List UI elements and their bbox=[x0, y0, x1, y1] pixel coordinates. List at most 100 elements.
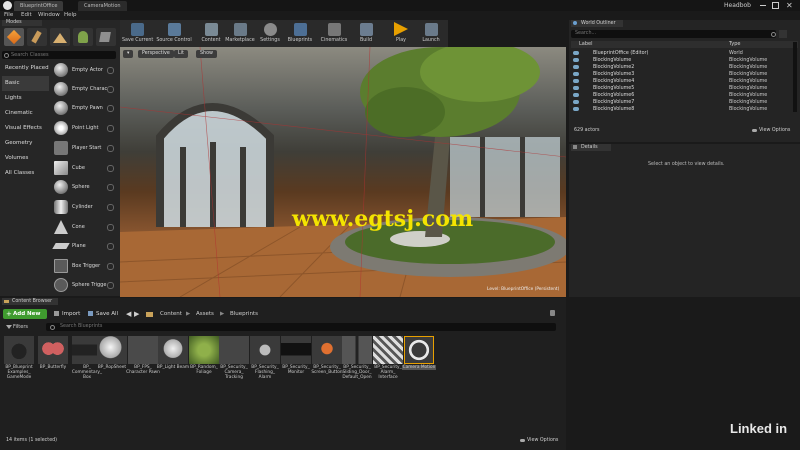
minimize-icon[interactable] bbox=[760, 5, 766, 6]
place-item-empty-character[interactable]: Empty Charac bbox=[52, 80, 116, 98]
save-icon bbox=[88, 311, 93, 316]
outliner-row[interactable]: BlockingVolume8 BlockingVolume bbox=[571, 106, 798, 113]
search-classes-input[interactable]: Search Classes bbox=[2, 51, 116, 59]
lit-button[interactable]: Lit bbox=[174, 50, 188, 58]
category-lights[interactable]: Lights bbox=[2, 91, 49, 106]
lock-icon[interactable] bbox=[550, 310, 555, 316]
outliner-view-options[interactable]: View Options bbox=[759, 128, 790, 133]
unreal-logo-icon bbox=[3, 1, 12, 10]
outliner-scrollbar[interactable] bbox=[793, 42, 797, 112]
menu-edit[interactable]: Edit bbox=[21, 11, 32, 20]
eye-icon[interactable] bbox=[573, 65, 579, 69]
category-basic[interactable]: Basic bbox=[2, 76, 49, 91]
geometry-mode-button[interactable] bbox=[96, 28, 116, 46]
path-blueprints[interactable]: Blueprints bbox=[230, 309, 258, 319]
close-icon[interactable]: ✕ bbox=[786, 0, 793, 11]
eye-icon[interactable] bbox=[573, 93, 579, 97]
eye-icon[interactable] bbox=[573, 58, 579, 62]
outliner-row[interactable]: BlockingVolume7 BlockingVolume bbox=[571, 99, 798, 106]
blueprints-button[interactable]: Blueprints bbox=[286, 20, 314, 47]
asset-label: BP_Security_ Camera_ Tracking bbox=[220, 365, 248, 380]
settings-button[interactable]: Settings bbox=[258, 20, 282, 47]
foliage-mode-button[interactable] bbox=[73, 28, 93, 46]
back-arrow-icon[interactable]: ◀ bbox=[126, 309, 131, 319]
security-camera-icon bbox=[219, 336, 249, 364]
outliner-row[interactable]: BlockingVolume6 BlockingVolume bbox=[571, 92, 798, 99]
outliner-row[interactable]: BlockingVolume4 BlockingVolume bbox=[571, 78, 798, 85]
info-icon bbox=[107, 145, 114, 152]
content-button[interactable]: Content bbox=[198, 20, 224, 47]
place-item-player-start[interactable]: Player Start bbox=[52, 139, 116, 157]
eye-icon[interactable] bbox=[573, 107, 579, 111]
tab-cameramotion[interactable]: CameraMotion bbox=[78, 1, 127, 11]
path-separator-icon: ▶ bbox=[220, 311, 225, 317]
place-item-label: Box Trigger bbox=[72, 263, 101, 269]
place-item-sphere-trigger[interactable]: Sphere Trigge bbox=[52, 276, 116, 294]
place-item-empty-pawn[interactable]: Empty Pawn bbox=[52, 99, 116, 117]
row-label: BlockingVolume4 bbox=[593, 79, 635, 84]
category-recently-placed[interactable]: Recently Placed bbox=[2, 61, 49, 76]
content-view-options[interactable]: View Options bbox=[527, 438, 558, 443]
perspective-button[interactable]: Perspective bbox=[138, 50, 174, 58]
save-current-button[interactable]: Save Current bbox=[122, 20, 153, 47]
place-item-plane[interactable]: Plane bbox=[52, 237, 116, 255]
world-outliner-tab[interactable]: World Outliner bbox=[571, 20, 623, 27]
search-blueprints-input[interactable]: Search Blueprints bbox=[46, 323, 556, 331]
eye-icon[interactable] bbox=[573, 51, 579, 55]
landscape-mode-button[interactable] bbox=[50, 28, 70, 46]
plane-icon bbox=[52, 243, 70, 249]
level-viewport[interactable]: ▾ Perspective Lit Show www.egtsj.com Lev… bbox=[120, 47, 566, 297]
forward-arrow-icon[interactable]: ▶ bbox=[134, 309, 139, 319]
play-button[interactable]: Play bbox=[390, 20, 412, 47]
row-type: BlockingVolume bbox=[729, 86, 768, 91]
place-item-label: Sphere Trigge bbox=[72, 282, 107, 288]
build-button[interactable]: Build bbox=[354, 20, 378, 47]
category-visual-effects[interactable]: Visual Effects bbox=[2, 121, 49, 136]
source-control-button[interactable]: Source Control bbox=[154, 20, 194, 47]
category-all-classes[interactable]: All Classes bbox=[2, 166, 49, 181]
path-assets[interactable]: Assets bbox=[196, 309, 214, 319]
content-browser-tab[interactable]: Content Browser bbox=[2, 298, 58, 305]
marketplace-button[interactable]: Marketplace bbox=[224, 20, 256, 47]
place-item-cone[interactable]: Cone bbox=[52, 218, 116, 236]
place-item-cube[interactable]: Cube bbox=[52, 159, 116, 177]
category-geometry[interactable]: Geometry bbox=[2, 136, 49, 151]
eye-icon[interactable] bbox=[573, 72, 579, 76]
place-item-box-trigger[interactable]: Box Trigger bbox=[52, 257, 116, 275]
category-cinematic[interactable]: Cinematic bbox=[2, 106, 49, 121]
menu-window[interactable]: Window bbox=[38, 11, 60, 20]
maximize-icon[interactable] bbox=[772, 2, 779, 9]
details-tab[interactable]: Details bbox=[571, 144, 611, 151]
eye-icon[interactable] bbox=[573, 79, 579, 83]
place-item-sphere[interactable]: Sphere bbox=[52, 178, 116, 196]
cinematics-button[interactable]: Cinematics bbox=[318, 20, 350, 47]
sphere-icon bbox=[54, 180, 68, 194]
show-button[interactable]: Show bbox=[196, 50, 217, 58]
modes-tab[interactable]: Modes bbox=[2, 20, 42, 26]
place-item-empty-actor[interactable]: Empty Actor bbox=[52, 61, 116, 79]
place-mode-button[interactable] bbox=[4, 28, 24, 46]
details-empty-message: Select an object to view details. bbox=[648, 162, 725, 167]
outliner-row[interactable]: BlockingVolume BlockingVolume bbox=[571, 57, 798, 64]
type-column-header[interactable]: Type bbox=[729, 41, 740, 48]
eye-icon[interactable] bbox=[573, 100, 579, 104]
outliner-settings-button[interactable] bbox=[779, 30, 787, 38]
launch-button[interactable]: Launch bbox=[418, 20, 444, 47]
outliner-search-input[interactable]: Search... bbox=[571, 30, 776, 38]
viewport-options-button[interactable]: ▾ bbox=[123, 50, 134, 58]
place-item-cylinder[interactable]: Cylinder bbox=[52, 198, 116, 216]
outliner-row[interactable]: BlockingVolume2 BlockingVolume bbox=[571, 64, 798, 71]
menu-help[interactable]: Help bbox=[64, 11, 77, 20]
paint-mode-button[interactable] bbox=[27, 28, 47, 46]
tab-blueprintoffice[interactable]: BlueprintOffice bbox=[14, 1, 64, 11]
category-volumes[interactable]: Volumes bbox=[2, 151, 49, 166]
path-content[interactable]: Content bbox=[160, 309, 182, 319]
outliner-row[interactable]: BlockingVolume3 BlockingVolume bbox=[571, 71, 798, 78]
outliner-row[interactable]: BlueprintOffice (Editor) World bbox=[571, 50, 798, 57]
place-mode-icon bbox=[6, 29, 22, 45]
outliner-row[interactable]: BlockingVolume5 BlockingVolume bbox=[571, 85, 798, 92]
eye-icon[interactable] bbox=[573, 86, 579, 90]
place-item-point-light[interactable]: Point Light bbox=[52, 119, 116, 137]
label-column-header[interactable]: Label bbox=[579, 41, 593, 48]
menu-file[interactable]: File bbox=[4, 11, 13, 20]
